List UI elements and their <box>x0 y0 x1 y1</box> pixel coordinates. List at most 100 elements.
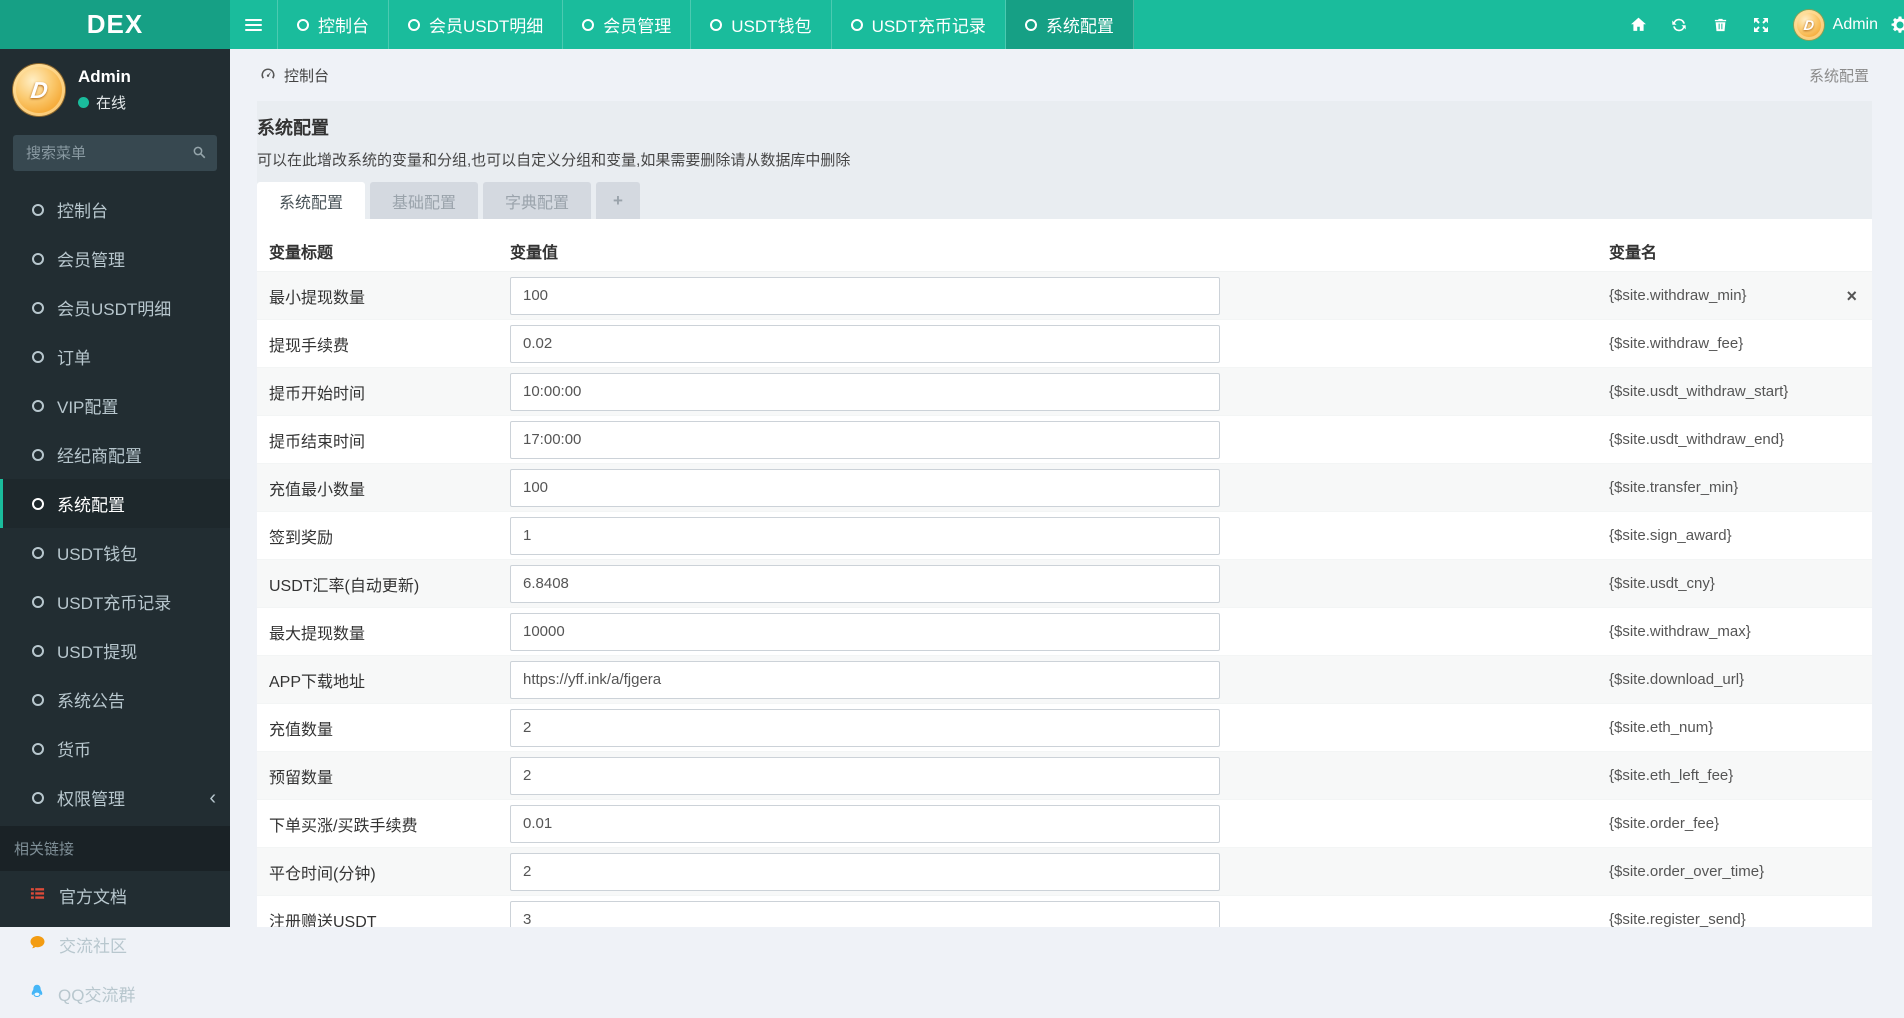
sidebar-item[interactable]: VIP配置 <box>0 381 230 430</box>
table-row: 最大提现数量{$site.withdraw_max} <box>257 608 1872 656</box>
variable-name: {$site.usdt_withdraw_start} <box>1609 383 1788 400</box>
sidebar-item[interactable]: USDT钱包 <box>0 528 230 577</box>
gear-icon[interactable] <box>1890 0 1904 49</box>
variable-title: 充值最小数量 <box>257 476 510 500</box>
variable-name: {$site.usdt_withdraw_end} <box>1609 431 1784 448</box>
variable-value-input[interactable] <box>510 661 1220 699</box>
topnav-right: D Admin <box>1618 0 1904 49</box>
variable-title: 下单买涨/买跌手续费 <box>257 812 510 836</box>
variable-value-input[interactable] <box>510 853 1220 891</box>
refresh-icon[interactable] <box>1659 0 1700 49</box>
variable-value-input[interactable] <box>510 613 1220 651</box>
topnav-tab[interactable]: 会员管理 <box>563 0 691 49</box>
table-row: 提现手续费{$site.withdraw_fee} <box>257 320 1872 368</box>
sidebar-section-header: 相关链接 <box>0 826 230 871</box>
sidebar-item-label: 权限管理 <box>57 785 125 810</box>
add-tab-button[interactable]: + <box>596 182 640 219</box>
sidebar-link[interactable]: QQ交流群 <box>0 969 230 1018</box>
table-row: 充值最小数量{$site.transfer_min} <box>257 464 1872 512</box>
topnav-tab-label: 控制台 <box>318 12 369 37</box>
sidebar-item[interactable]: 控制台 <box>0 185 230 234</box>
trash-icon[interactable] <box>1700 0 1741 49</box>
sidebar-item-label: 会员管理 <box>57 246 125 271</box>
config-panel: 系统配置 可以在此增改系统的变量和分组,也可以自定义分组和变量,如果需要删除请从… <box>257 101 1872 927</box>
sidebar-item[interactable]: USDT提现 <box>0 626 230 675</box>
app-logo[interactable]: DEX <box>0 0 230 49</box>
circle-icon <box>32 547 44 559</box>
topnav-tab[interactable]: 控制台 <box>278 0 389 49</box>
sidebar: D Admin 在线 控制台会员管理会员USDT明细订单VIP配置经纪商配置系统… <box>0 49 230 927</box>
search-input[interactable] <box>13 135 217 171</box>
variable-value-input[interactable] <box>510 709 1220 747</box>
variable-title: 提现手续费 <box>257 332 510 356</box>
config-tab[interactable]: 系统配置 <box>257 182 365 219</box>
sidebar-item[interactable]: 系统配置 <box>0 479 230 528</box>
variable-value-input[interactable] <box>510 757 1220 795</box>
column-header: 变量值 <box>510 239 1220 263</box>
config-tab[interactable]: 字典配置 <box>483 182 591 219</box>
expand-icon[interactable] <box>1741 0 1782 49</box>
variable-value-input[interactable] <box>510 325 1220 363</box>
table-row: APP下载地址{$site.download_url} <box>257 656 1872 704</box>
variable-name: {$site.withdraw_min} <box>1609 287 1747 304</box>
user-menu[interactable]: D Admin <box>1782 10 1890 40</box>
topnav-tab[interactable]: 系统配置 <box>1006 0 1134 49</box>
variable-value-input[interactable] <box>510 421 1220 459</box>
sidebar-item[interactable]: 订单 <box>0 332 230 381</box>
variable-value-input[interactable] <box>510 901 1220 928</box>
table-row: 充值数量{$site.eth_num} <box>257 704 1872 752</box>
variable-value-input[interactable] <box>510 517 1220 555</box>
sidebar-link[interactable]: 交流社区 <box>0 920 230 969</box>
circle-icon <box>32 400 44 412</box>
table-row: 注册赠送USDT{$site.register_send} <box>257 896 1872 927</box>
config-tab[interactable]: 基础配置 <box>370 182 478 219</box>
search-icon[interactable] <box>192 145 207 165</box>
table-row: 提币结束时间{$site.usdt_withdraw_end} <box>257 416 1872 464</box>
variable-value-input[interactable] <box>510 469 1220 507</box>
user-menu-label: Admin <box>1833 16 1878 34</box>
sidebar-item-label: VIP配置 <box>57 393 118 418</box>
sidebar-item[interactable]: 系统公告 <box>0 675 230 724</box>
config-table: 变量标题 变量值 变量名 最小提现数量 {$site.withdraw_min} ×… <box>257 219 1872 927</box>
topnav-tab[interactable]: 会员USDT明细 <box>389 0 563 49</box>
circle-icon <box>710 19 722 31</box>
variable-title: 最小提现数量 <box>257 284 510 308</box>
topnav-tab[interactable]: USDT充币记录 <box>832 0 1006 49</box>
breadcrumb-left[interactable]: 控制台 <box>260 65 329 86</box>
circle-icon <box>32 498 44 510</box>
variable-value-input[interactable] <box>510 373 1220 411</box>
sidebar-item[interactable]: 权限管理 ‹ <box>0 773 230 822</box>
table-body: 最小提现数量 {$site.withdraw_min} × 提现手续费{$site.w… <box>257 272 1872 927</box>
chevron-left-icon: ‹ <box>209 792 216 804</box>
qq-icon <box>29 983 45 1005</box>
user-name: Admin <box>78 67 131 87</box>
sidebar-link[interactable]: 官方文档 <box>0 871 230 920</box>
breadcrumb-left-label: 控制台 <box>284 65 329 86</box>
variable-title: APP下载地址 <box>257 668 510 692</box>
sidebar-item[interactable]: 会员USDT明细 <box>0 283 230 332</box>
table-row: USDT汇率(自动更新){$site.usdt_cny} <box>257 560 1872 608</box>
sidebar-item-label: 货币 <box>57 736 91 761</box>
sidebar-link-label: QQ交流群 <box>58 981 135 1006</box>
variable-value-input[interactable] <box>510 277 1220 315</box>
avatar: D <box>13 64 65 116</box>
variable-value-input[interactable] <box>510 805 1220 843</box>
user-status-label: 在线 <box>96 92 126 113</box>
sidebar-user-panel: D Admin 在线 <box>0 49 230 129</box>
topnav-tab-label: USDT钱包 <box>731 12 811 37</box>
sidebar-item[interactable]: 货币 <box>0 724 230 773</box>
topnav-tab[interactable]: USDT钱包 <box>691 0 831 49</box>
table-header-row: 变量标题 变量值 变量名 <box>257 231 1872 272</box>
sidebar-item-label: USDT充币记录 <box>57 589 171 614</box>
sidebar-item[interactable]: 经纪商配置 <box>0 430 230 479</box>
variable-value-input[interactable] <box>510 565 1220 603</box>
home-icon[interactable] <box>1618 0 1659 49</box>
circle-icon <box>408 19 420 31</box>
sidebar-item[interactable]: 会员管理 <box>0 234 230 283</box>
page-description: 可以在此增改系统的变量和分组,也可以自定义分组和变量,如果需要删除请从数据库中删… <box>257 149 1872 170</box>
online-status-dot <box>78 97 89 108</box>
circle-icon <box>297 19 309 31</box>
hamburger-menu-icon[interactable] <box>230 0 278 49</box>
remove-variable-icon[interactable]: × <box>1846 287 1857 305</box>
sidebar-item[interactable]: USDT充币记录 <box>0 577 230 626</box>
